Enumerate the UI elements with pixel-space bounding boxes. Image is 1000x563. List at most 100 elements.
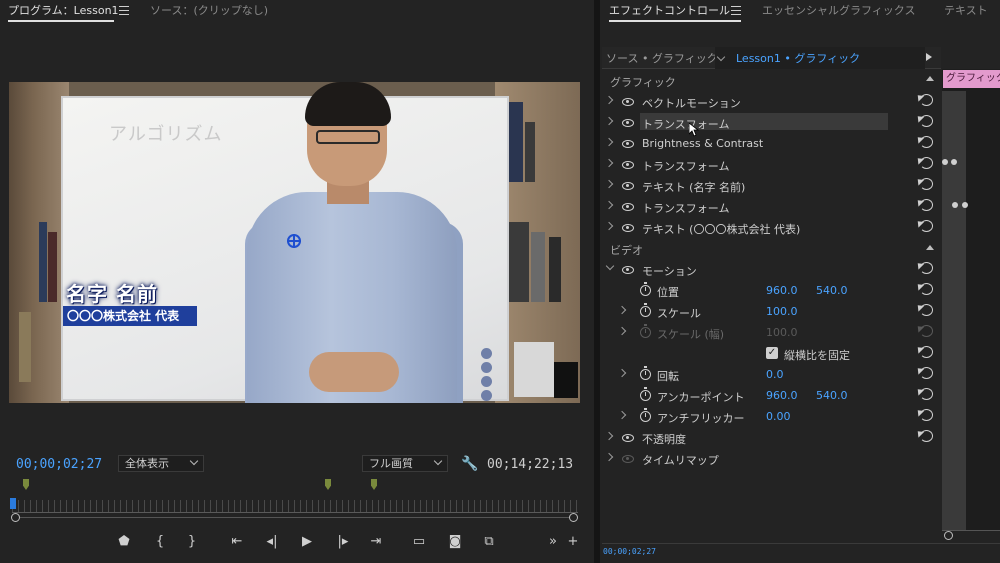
book: [509, 102, 523, 182]
play-only-clip-audio-icon[interactable]: [926, 53, 932, 61]
time-ruler[interactable]: [12, 500, 578, 512]
layer-transform[interactable]: トランスフォーム: [642, 200, 729, 216]
eye-icon[interactable]: [622, 266, 634, 274]
scale-value[interactable]: 100.0: [766, 305, 798, 318]
more-button[interactable]: »: [542, 531, 564, 553]
clip-label[interactable]: Lesson1 • グラフィック: [736, 50, 860, 66]
position-x-value[interactable]: 960.0: [766, 284, 798, 297]
antiflicker-value[interactable]: 0.00: [766, 410, 791, 423]
motion-label[interactable]: モーション: [642, 263, 697, 279]
layer-text-name[interactable]: テキスト (名字 名前): [642, 179, 745, 195]
duration-timecode: 00;14;22;13: [487, 457, 574, 472]
reset-icon[interactable]: [920, 388, 933, 400]
zoom-handle-right[interactable]: [569, 513, 578, 522]
keyframe-dot[interactable]: [951, 159, 957, 165]
reset-icon[interactable]: [920, 220, 933, 232]
lower-third-company[interactable]: 〇〇〇株式会社 代表: [67, 306, 179, 326]
eye-icon[interactable]: [622, 182, 634, 190]
book: [514, 342, 554, 397]
effect-controls-timecode[interactable]: 00;00;02;27: [603, 547, 656, 556]
layer-text-company[interactable]: テキスト (〇〇〇株式会社 代表): [642, 221, 800, 237]
bottom-divider: [602, 543, 1000, 544]
whiteboard-text: アルゴリズム: [109, 124, 223, 145]
program-video-frame[interactable]: アルゴリズム 名字 名前 〇〇〇株式会社 代表: [9, 82, 580, 403]
timeline-clip[interactable]: グラフィック: [943, 70, 1000, 88]
fit-dropdown[interactable]: 全体表示: [118, 455, 204, 472]
layer-brightness-contrast[interactable]: Brightness & Contrast: [642, 137, 763, 150]
stopwatch-icon[interactable]: [640, 387, 651, 401]
stopwatch-icon[interactable]: [640, 366, 651, 380]
zoom-scroll-track[interactable]: [16, 517, 574, 518]
stopwatch-icon[interactable]: [640, 408, 651, 422]
reset-icon[interactable]: [920, 430, 933, 442]
position-y-value[interactable]: 540.0: [816, 284, 848, 297]
tab-essential-graphics[interactable]: エッセンシャルグラフィックス: [762, 2, 915, 20]
layer-transform[interactable]: トランスフォーム: [642, 116, 729, 132]
keyframe-dot[interactable]: [952, 202, 958, 208]
reset-icon[interactable]: [920, 367, 933, 379]
comparison-view-button[interactable]: ⧉: [478, 531, 500, 553]
tab-program[interactable]: プログラム：Lesson1: [8, 2, 119, 20]
play-button[interactable]: ▶: [296, 531, 318, 553]
wrench-icon[interactable]: 🔧: [461, 456, 478, 472]
mini-timeline-zoom-handle[interactable]: [944, 531, 953, 540]
current-timecode[interactable]: 00;00;02;27: [16, 457, 102, 472]
reset-icon[interactable]: [920, 262, 933, 274]
keyframe-dot[interactable]: [942, 159, 948, 165]
reset-icon[interactable]: [920, 199, 933, 211]
eye-icon[interactable]: [622, 203, 634, 211]
step-forward-button[interactable]: |▸: [332, 531, 354, 553]
chevron-down-icon: [433, 456, 443, 466]
tab-text[interactable]: テキスト: [944, 2, 988, 20]
tab-source[interactable]: ソース：(クリップなし): [150, 2, 268, 20]
tab-effect-controls[interactable]: エフェクトコントロール: [609, 2, 730, 20]
mark-in-button[interactable]: {: [149, 531, 171, 553]
playhead[interactable]: [10, 498, 16, 509]
quality-dropdown[interactable]: フル画質: [362, 455, 448, 472]
step-back-button[interactable]: ◂|: [261, 531, 283, 553]
stopwatch-icon[interactable]: [640, 282, 651, 296]
layer-vector-motion[interactable]: ベクトルモーション: [642, 95, 741, 111]
eye-icon[interactable]: [622, 161, 634, 169]
eye-icon[interactable]: [622, 140, 634, 148]
panel-menu-icon[interactable]: [119, 6, 129, 15]
reset-icon[interactable]: [920, 157, 933, 169]
collapse-icon[interactable]: [926, 76, 934, 81]
eye-icon[interactable]: [622, 224, 634, 232]
lower-third-name[interactable]: 名字 名前: [66, 278, 158, 307]
panel-menu-icon[interactable]: [731, 6, 741, 15]
anchor-y-value[interactable]: 540.0: [816, 389, 848, 402]
add-marker-button[interactable]: ⬟: [113, 531, 135, 553]
eye-icon[interactable]: [622, 98, 634, 106]
safe-margins-button[interactable]: ▭: [408, 531, 430, 553]
reset-icon[interactable]: [920, 115, 933, 127]
reset-icon[interactable]: [920, 178, 933, 190]
reset-icon[interactable]: [920, 283, 933, 295]
rotation-value[interactable]: 0.0: [766, 368, 784, 381]
zoom-handle-left[interactable]: [11, 513, 20, 522]
reset-icon[interactable]: [920, 409, 933, 421]
opacity-label[interactable]: 不透明度: [642, 431, 686, 447]
reset-icon[interactable]: [920, 94, 933, 106]
uniform-scale-checkbox[interactable]: ✓: [766, 347, 778, 359]
eye-icon[interactable]: [622, 434, 634, 442]
reset-icon: [920, 325, 933, 337]
go-to-out-button[interactable]: ⇥: [365, 531, 387, 553]
stopwatch-icon[interactable]: [640, 303, 651, 317]
keyframe-dot[interactable]: [962, 202, 968, 208]
book: [509, 222, 529, 302]
eye-icon[interactable]: [622, 119, 634, 127]
mark-out-button[interactable]: }: [181, 531, 203, 553]
reset-icon[interactable]: [920, 346, 933, 358]
layer-transform[interactable]: トランスフォーム: [642, 158, 729, 174]
export-frame-button[interactable]: ◙: [444, 531, 466, 553]
reset-icon[interactable]: [920, 304, 933, 316]
collapse-icon[interactable]: [926, 245, 934, 250]
anchor-point-crosshair-icon[interactable]: [287, 234, 301, 248]
add-button[interactable]: +: [562, 531, 584, 553]
reset-icon[interactable]: [920, 136, 933, 148]
time-remap-label[interactable]: タイムリマップ: [642, 452, 719, 468]
anchor-x-value[interactable]: 960.0: [766, 389, 798, 402]
go-to-in-button[interactable]: ⇤: [226, 531, 248, 553]
person-hands: [309, 352, 399, 392]
